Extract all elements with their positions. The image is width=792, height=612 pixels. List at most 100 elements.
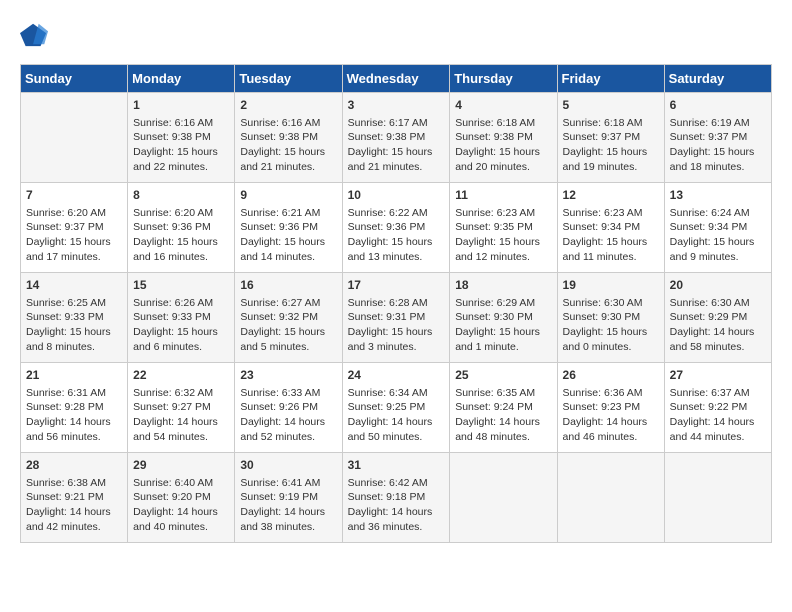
cell-info-line: and 38 minutes.: [240, 520, 336, 535]
header-cell-wednesday: Wednesday: [342, 65, 450, 93]
day-number: 31: [348, 457, 445, 474]
cell-info-line: Sunrise: 6:28 AM: [348, 296, 445, 311]
cell-info-line: Daylight: 15 hours: [563, 145, 659, 160]
day-number: 11: [455, 187, 551, 204]
cell-info-line: Sunset: 9:36 PM: [240, 220, 336, 235]
day-cell: 12Sunrise: 6:23 AMSunset: 9:34 PMDayligh…: [557, 183, 664, 273]
calendar-table: SundayMondayTuesdayWednesdayThursdayFrid…: [20, 64, 772, 543]
day-cell: 25Sunrise: 6:35 AMSunset: 9:24 PMDayligh…: [450, 363, 557, 453]
cell-info-line: and 44 minutes.: [670, 430, 766, 445]
cell-info-line: Sunrise: 6:17 AM: [348, 116, 445, 131]
cell-info-line: and 56 minutes.: [26, 430, 122, 445]
day-cell: [557, 453, 664, 543]
day-number: 8: [133, 187, 229, 204]
cell-info-line: Daylight: 15 hours: [240, 235, 336, 250]
cell-info-line: Daylight: 15 hours: [348, 325, 445, 340]
cell-info-line: Sunrise: 6:33 AM: [240, 386, 336, 401]
cell-info-line: Daylight: 14 hours: [348, 415, 445, 430]
cell-info-line: Sunrise: 6:22 AM: [348, 206, 445, 221]
header-cell-saturday: Saturday: [664, 65, 771, 93]
day-number: 27: [670, 367, 766, 384]
day-number: 22: [133, 367, 229, 384]
cell-info-line: Sunset: 9:35 PM: [455, 220, 551, 235]
cell-info-line: Daylight: 14 hours: [670, 325, 766, 340]
cell-info-line: Sunrise: 6:30 AM: [670, 296, 766, 311]
cell-info-line: Sunrise: 6:18 AM: [455, 116, 551, 131]
calendar-header: SundayMondayTuesdayWednesdayThursdayFrid…: [21, 65, 772, 93]
cell-info-line: Daylight: 15 hours: [455, 235, 551, 250]
cell-info-line: Daylight: 14 hours: [670, 415, 766, 430]
day-number: 25: [455, 367, 551, 384]
day-cell: 23Sunrise: 6:33 AMSunset: 9:26 PMDayligh…: [235, 363, 342, 453]
cell-info-line: Daylight: 15 hours: [670, 235, 766, 250]
cell-info-line: Sunset: 9:18 PM: [348, 490, 445, 505]
day-cell: 9Sunrise: 6:21 AMSunset: 9:36 PMDaylight…: [235, 183, 342, 273]
cell-info-line: Daylight: 15 hours: [348, 145, 445, 160]
cell-info-line: and 46 minutes.: [563, 430, 659, 445]
day-number: 26: [563, 367, 659, 384]
cell-info-line: Daylight: 14 hours: [26, 415, 122, 430]
day-cell: 24Sunrise: 6:34 AMSunset: 9:25 PMDayligh…: [342, 363, 450, 453]
cell-info-line: and 22 minutes.: [133, 160, 229, 175]
day-cell: 7Sunrise: 6:20 AMSunset: 9:37 PMDaylight…: [21, 183, 128, 273]
header-cell-friday: Friday: [557, 65, 664, 93]
day-number: 12: [563, 187, 659, 204]
day-number: 16: [240, 277, 336, 294]
cell-info-line: and 9 minutes.: [670, 250, 766, 265]
cell-info-line: Daylight: 15 hours: [348, 235, 445, 250]
day-number: 10: [348, 187, 445, 204]
cell-info-line: Sunrise: 6:25 AM: [26, 296, 122, 311]
day-cell: 1Sunrise: 6:16 AMSunset: 9:38 PMDaylight…: [128, 93, 235, 183]
cell-info-line: and 14 minutes.: [240, 250, 336, 265]
week-row-3: 14Sunrise: 6:25 AMSunset: 9:33 PMDayligh…: [21, 273, 772, 363]
day-cell: 13Sunrise: 6:24 AMSunset: 9:34 PMDayligh…: [664, 183, 771, 273]
day-number: 7: [26, 187, 122, 204]
day-number: 24: [348, 367, 445, 384]
cell-info-line: Sunrise: 6:36 AM: [563, 386, 659, 401]
cell-info-line: Daylight: 15 hours: [455, 325, 551, 340]
cell-info-line: Sunrise: 6:34 AM: [348, 386, 445, 401]
day-number: 18: [455, 277, 551, 294]
cell-info-line: and 1 minute.: [455, 340, 551, 355]
cell-info-line: Sunrise: 6:30 AM: [563, 296, 659, 311]
cell-info-line: Daylight: 15 hours: [133, 145, 229, 160]
cell-info-line: Sunrise: 6:16 AM: [133, 116, 229, 131]
day-number: 30: [240, 457, 336, 474]
cell-info-line: Daylight: 15 hours: [133, 235, 229, 250]
cell-info-line: Daylight: 14 hours: [348, 505, 445, 520]
cell-info-line: Daylight: 14 hours: [563, 415, 659, 430]
cell-info-line: and 21 minutes.: [348, 160, 445, 175]
cell-info-line: Sunset: 9:21 PM: [26, 490, 122, 505]
day-number: 15: [133, 277, 229, 294]
cell-info-line: Sunset: 9:38 PM: [240, 130, 336, 145]
day-cell: 16Sunrise: 6:27 AMSunset: 9:32 PMDayligh…: [235, 273, 342, 363]
cell-info-line: and 19 minutes.: [563, 160, 659, 175]
cell-info-line: Sunrise: 6:41 AM: [240, 476, 336, 491]
day-cell: 27Sunrise: 6:37 AMSunset: 9:22 PMDayligh…: [664, 363, 771, 453]
day-number: 2: [240, 97, 336, 114]
day-number: 17: [348, 277, 445, 294]
day-cell: 2Sunrise: 6:16 AMSunset: 9:38 PMDaylight…: [235, 93, 342, 183]
cell-info-line: Sunrise: 6:23 AM: [455, 206, 551, 221]
cell-info-line: Daylight: 15 hours: [240, 325, 336, 340]
cell-info-line: Sunrise: 6:29 AM: [455, 296, 551, 311]
cell-info-line: Sunset: 9:38 PM: [348, 130, 445, 145]
day-number: 20: [670, 277, 766, 294]
cell-info-line: Sunrise: 6:31 AM: [26, 386, 122, 401]
day-cell: 14Sunrise: 6:25 AMSunset: 9:33 PMDayligh…: [21, 273, 128, 363]
day-number: 13: [670, 187, 766, 204]
cell-info-line: Sunset: 9:27 PM: [133, 400, 229, 415]
cell-info-line: and 5 minutes.: [240, 340, 336, 355]
cell-info-line: Daylight: 15 hours: [563, 325, 659, 340]
cell-info-line: and 6 minutes.: [133, 340, 229, 355]
cell-info-line: Daylight: 14 hours: [240, 415, 336, 430]
cell-info-line: and 40 minutes.: [133, 520, 229, 535]
day-cell: [21, 93, 128, 183]
cell-info-line: Sunset: 9:33 PM: [133, 310, 229, 325]
day-number: 3: [348, 97, 445, 114]
cell-info-line: Sunset: 9:28 PM: [26, 400, 122, 415]
cell-info-line: Daylight: 14 hours: [133, 505, 229, 520]
calendar-body: 1Sunrise: 6:16 AMSunset: 9:38 PMDaylight…: [21, 93, 772, 543]
header-cell-thursday: Thursday: [450, 65, 557, 93]
cell-info-line: and 52 minutes.: [240, 430, 336, 445]
